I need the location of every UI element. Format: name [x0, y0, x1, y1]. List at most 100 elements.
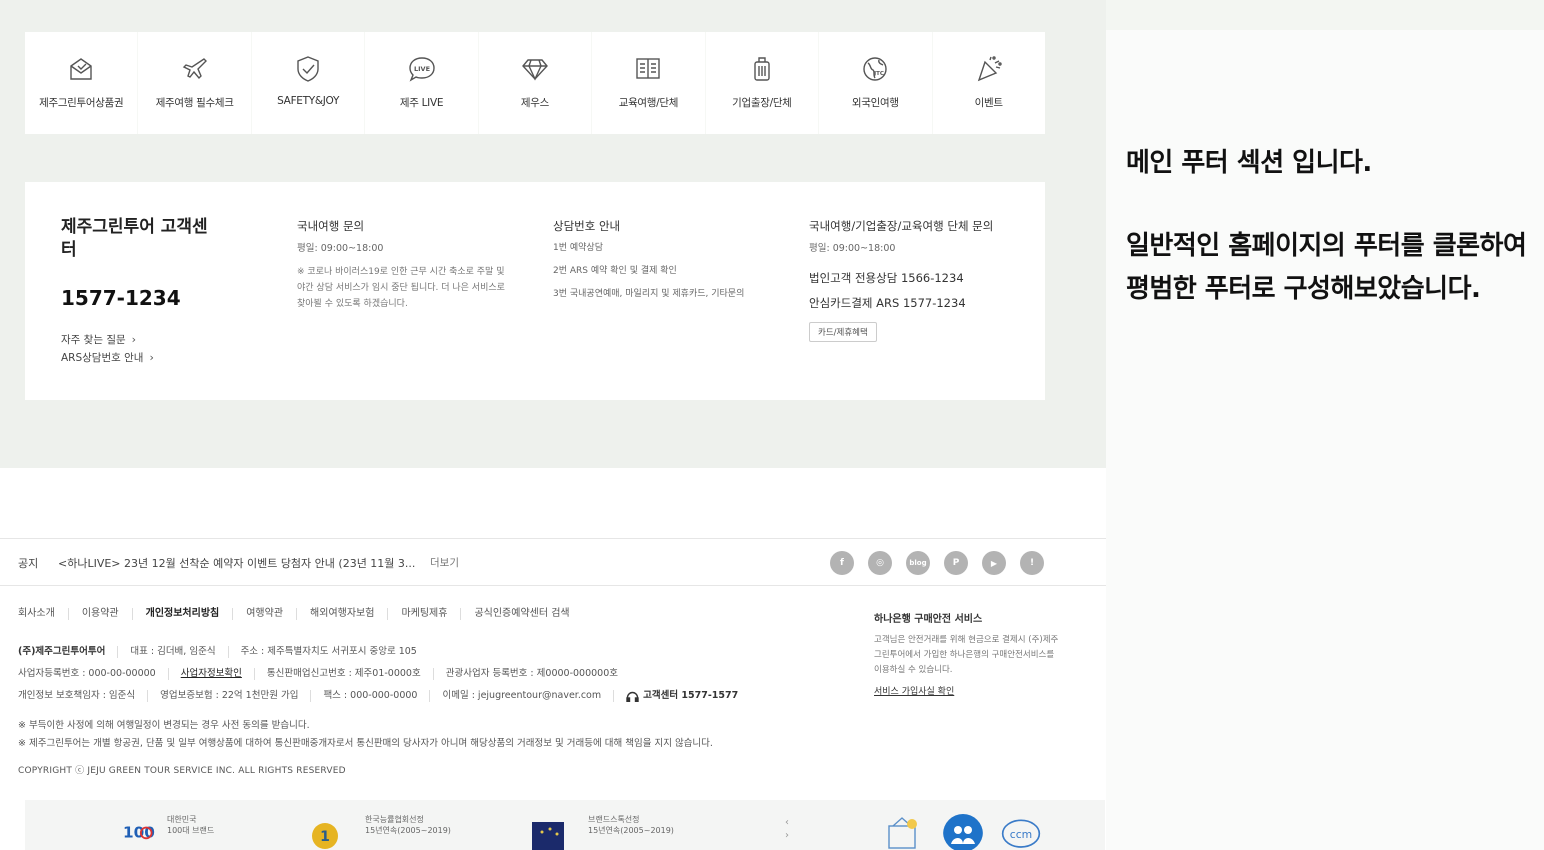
side-description-line: 일반적인 홈페이지의 푸터를 클론하여 [1126, 231, 1527, 261]
footer-links: 회사소개 이용약관 개인정보처리방침 여행약관 해외여행자보험 마케팅제휴 공식… [18, 608, 583, 620]
category-foreigner-travel[interactable]: JTC 외국인여행 [819, 32, 932, 134]
notice-bar: 공지 <하나LIVE> 23년 12월 선착순 예약자 이벤트 당첨자 안내 (… [0, 538, 1106, 586]
company-info-row: 개인정보 보호책임자 : 임준식 영업보증보험 : 22억 1천만원 가입 팩스… [18, 690, 750, 702]
ars-guide-link[interactable]: ARS상담번호 안내 › [61, 350, 154, 365]
customer-center-number: 고객센터 1577-1577 [643, 690, 739, 701]
chevron-left-icon[interactable]: ‹ [785, 816, 789, 829]
footer-link-company[interactable]: 회사소개 [18, 608, 69, 620]
customer-center-line: 고객센터 1577-1577 [614, 690, 750, 702]
category-label: 제주여행 필수체크 [155, 97, 234, 109]
category-label: 이벤트 [974, 97, 1003, 109]
svg-text:1: 1 [320, 829, 330, 845]
award-line: 15년연속(2005~2019) [588, 826, 674, 835]
tourism-reg-number: 관광사업자 등록번호 : 제0000-000000호 [445, 668, 619, 679]
bank-service-title: 하나은행 구매안전 서비스 [874, 614, 983, 625]
story-icon[interactable]: ! [1020, 551, 1044, 575]
corporate-inquiry: 국내여행/기업출장/교육여행 단체 문의 평일: 09:00~18:00 법인고… [809, 218, 1039, 342]
instagram-icon[interactable]: ◎ [868, 551, 892, 575]
footer-link-privacy[interactable]: 개인정보처리방침 [133, 608, 234, 620]
svg-text:LIVE: LIVE [414, 65, 430, 73]
blog-icon[interactable]: blog [906, 551, 930, 575]
envelope-icon [70, 58, 92, 80]
faq-link[interactable]: 자주 찾는 질문 › [61, 332, 136, 347]
awards-bar: 100 대한민국 100대 브랜드 1 한국능률협회선정 15년연속(2005~… [25, 800, 1105, 850]
category-label: SAFETY&JOY [277, 95, 340, 107]
category-icon-bar: 제주그린투어상품권 제주여행 필수체크 SAFETY&JOY LIVE 제주 L… [25, 32, 1045, 134]
category-safety-joy[interactable]: SAFETY&JOY [251, 32, 365, 134]
category-event[interactable]: 이벤트 [932, 32, 1045, 134]
brand-100-logo-icon: 100 [123, 823, 155, 841]
side-description: 메인 푸터 섹션 입니다. 일반적인 홈페이지의 푸터를 클론하여 평범한 푸터… [1126, 142, 1527, 311]
corporate-inquiry-hours: 평일: 09:00~18:00 [809, 243, 896, 254]
headset-icon [626, 691, 639, 702]
consult-item: 3번 국내공연예매, 마일리지 및 제휴카드, 기타문의 [553, 289, 745, 299]
category-zeus[interactable]: 제우스 [478, 32, 592, 134]
book-icon [636, 58, 661, 79]
cert-people-icon [943, 814, 983, 850]
category-label: 기업출장/단체 [732, 97, 792, 109]
business-info-check-link[interactable]: 사업자정보확인 [169, 668, 255, 680]
side-description-gap [1126, 185, 1526, 225]
luggage-icon [754, 57, 770, 81]
diamond-icon [522, 59, 548, 81]
mail-order-number: 통신판매업신고번호 : 제주01-0000호 [255, 668, 434, 680]
category-business-trip[interactable]: 기업출장/단체 [705, 32, 819, 134]
category-label: 제주 LIVE [399, 97, 444, 109]
consult-number-guide: 상담번호 안내 1번 예약상담 2번 ARS 예약 확인 및 결제 확인 3번 … [553, 218, 783, 309]
award-carousel-nav: ‹ › [785, 816, 789, 842]
bank-safety-service: 하나은행 구매안전 서비스 고객님은 안전거래를 위해 현금으로 결제시 (주)… [874, 610, 1064, 698]
footer-link-insurance[interactable]: 해외여행자보험 [297, 608, 389, 620]
post-icon[interactable]: P [944, 551, 968, 575]
shield-icon [297, 56, 319, 82]
svg-text:ccm: ccm [1010, 828, 1032, 841]
footer-link-terms[interactable]: 이용약관 [69, 608, 133, 620]
company-name: (주)제주그린투어투어 [18, 646, 119, 658]
company-address: 주소 : 제주특별자치도 서귀포시 중앙로 105 [240, 646, 417, 657]
sns-links: f ◎ blog P ▶ ! [830, 551, 1044, 575]
notice-more-link[interactable]: 더보기 [430, 555, 459, 570]
footer-link-reservation-center[interactable]: 공식인증예약센터 검색 [461, 608, 582, 620]
consult-item: 1번 예약상담 [553, 243, 603, 253]
svg-text:JTC: JTC [873, 71, 884, 77]
category-label: 제우스 [520, 97, 550, 109]
award-item: 브랜드스톡선정 15년연속(2005~2019) [530, 814, 674, 850]
corporate-inquiry-title: 국내여행/기업출장/교육여행 단체 문의 [809, 219, 994, 233]
award-text: 한국능률협회선정 15년연속(2005~2019) [365, 814, 451, 836]
category-jeju-live[interactable]: LIVE 제주 LIVE [365, 32, 478, 134]
cert-tour-icon [888, 817, 917, 849]
notice-link[interactable]: <하나LIVE> 23년 12월 선착순 예약자 이벤트 당첨자 안내 (23년… [58, 555, 415, 571]
category-education-travel[interactable]: 교육여행/단체 [592, 32, 705, 134]
airplane-icon [182, 58, 207, 80]
corporate-phone-line: 법인고객 전용상담 1566-1234 [809, 271, 964, 285]
main-footer: 공지 <하나LIVE> 23년 12월 선착순 예약자 이벤트 당첨자 안내 (… [0, 468, 1106, 850]
youtube-icon[interactable]: ▶ [982, 551, 1006, 575]
privacy-officer: 개인정보 보호책임자 : 임준식 [18, 690, 149, 702]
bank-service-link[interactable]: 서비스 가입사실 확인 [874, 684, 954, 697]
faq-link-label: 자주 찾는 질문 [61, 334, 126, 346]
party-icon [977, 56, 1002, 82]
category-travel-check[interactable]: 제주여행 필수체크 [138, 32, 251, 134]
award-item: 100 대한민국 100대 브랜드 [121, 814, 214, 850]
domestic-inquiry-title: 국내여행 문의 [297, 219, 365, 233]
chevron-right-icon[interactable]: › [785, 829, 789, 842]
customer-center: 제주그린투어 고객센터 1577-1234 자주 찾는 질문 › ARS상담번호 … [25, 182, 1045, 400]
category-label: 교육여행/단체 [618, 97, 679, 109]
award-line: 브랜드스톡선정 [588, 815, 640, 824]
customer-center-title: 제주그린투어 고객센터 [61, 217, 208, 260]
category-gift-card[interactable]: 제주그린투어상품권 [25, 32, 138, 134]
email-address: 이메일 : jejugreentour@naver.com [430, 690, 615, 702]
footer-link-marketing[interactable]: 마케팅제휴 [388, 608, 462, 620]
number-one-badge-icon: 1 [312, 823, 338, 849]
live-chat-icon: LIVE [408, 57, 435, 82]
domestic-inquiry-notice: ※ 코로나 바이러스19로 인한 근무 시간 축소로 주말 및 야간 상담 서비… [297, 267, 505, 309]
side-description-panel: 메인 푸터 섹션 입니다. 일반적인 홈페이지의 푸터를 클론하여 평범한 푸터… [1106, 30, 1544, 850]
customer-center-phone: 1577-1234 [61, 286, 181, 310]
disclaimer: ※ 제주그린투어는 개별 항공권, 단품 및 일부 여행상품에 대하여 통신판매… [18, 738, 713, 749]
side-description-line: 메인 푸터 섹션 입니다. [1126, 148, 1372, 178]
card-benefit-button[interactable]: 카드/제휴혜택 [809, 322, 877, 342]
svg-text:100: 100 [123, 823, 155, 841]
footer-link-travel-terms[interactable]: 여행약관 [233, 608, 298, 620]
facebook-icon[interactable]: f [830, 551, 854, 575]
side-description-line: 평범한 푸터로 구성해보았습니다. [1126, 274, 1481, 304]
award-text: 대한민국 100대 브랜드 [167, 814, 214, 836]
